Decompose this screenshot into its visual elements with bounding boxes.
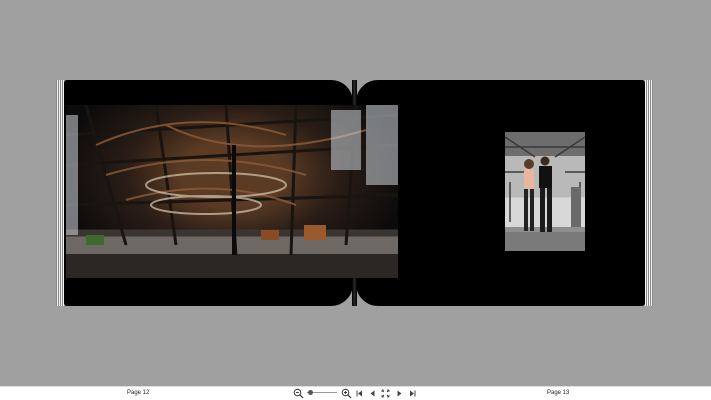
zoom-out-icon bbox=[293, 388, 303, 399]
right-page-edge bbox=[645, 80, 653, 306]
zoom-in-icon bbox=[341, 388, 351, 399]
book-viewer bbox=[0, 0, 711, 386]
right-page-label: Page 13 bbox=[547, 390, 570, 396]
next-page-button[interactable] bbox=[395, 388, 404, 399]
first-page-button[interactable] bbox=[355, 388, 364, 399]
left-page-label: Page 12 bbox=[127, 390, 150, 396]
first-page-icon bbox=[356, 390, 362, 397]
next-page-icon bbox=[397, 390, 402, 397]
last-page-button[interactable] bbox=[408, 388, 417, 399]
previous-page-button[interactable] bbox=[368, 388, 377, 399]
left-page-edge bbox=[56, 80, 64, 306]
zoom-in-button[interactable] bbox=[340, 388, 352, 399]
industrial-hall-photo bbox=[66, 105, 398, 278]
zoom-out-button[interactable] bbox=[292, 388, 304, 399]
right-page[interactable] bbox=[356, 80, 645, 306]
spread-view-button[interactable] bbox=[380, 388, 391, 399]
people-walkway-photo bbox=[505, 132, 585, 251]
viewer-toolbar: Page 12 Page 13 bbox=[0, 386, 711, 400]
last-page-icon bbox=[410, 390, 416, 397]
two-page-spread-icon bbox=[381, 389, 390, 398]
previous-page-icon bbox=[370, 390, 375, 397]
